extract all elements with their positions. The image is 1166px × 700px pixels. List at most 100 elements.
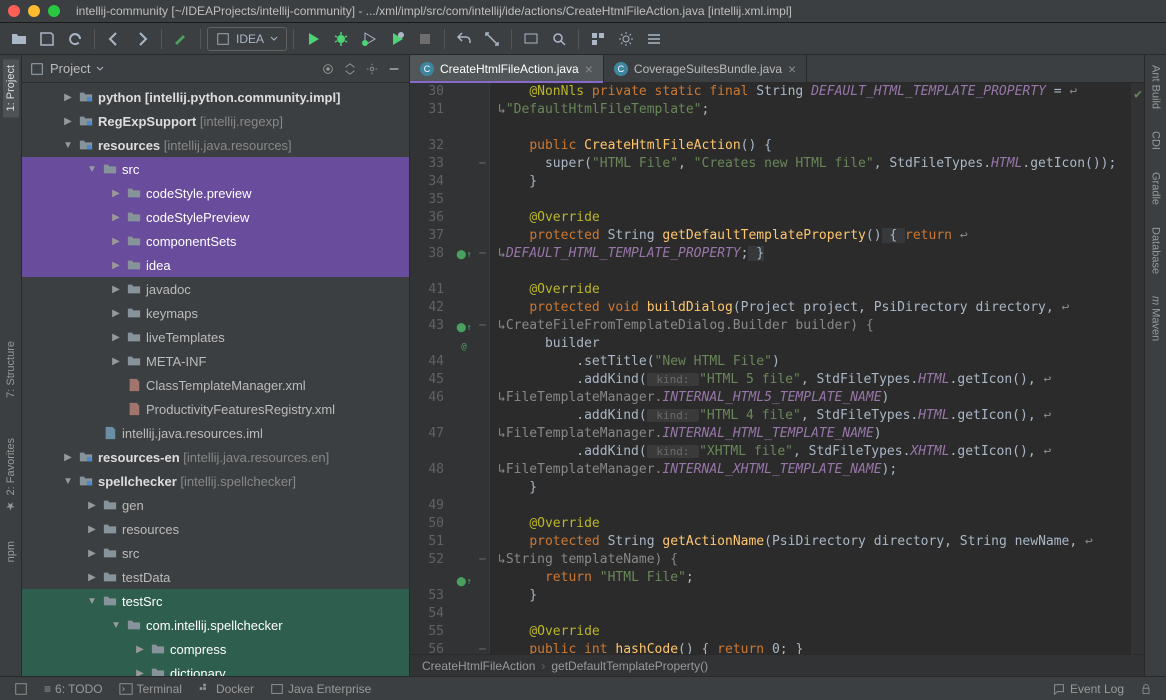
tree-node[interactable]: ▶idea — [22, 253, 409, 277]
expand-arrow-icon[interactable]: ▶ — [110, 212, 122, 223]
minimize-window-button[interactable] — [28, 5, 40, 17]
tab-structure[interactable]: 7: Structure — [3, 335, 19, 404]
expand-arrow-icon[interactable]: ▶ — [134, 668, 146, 677]
tree-node[interactable]: intellij.java.resources.iml — [22, 421, 409, 445]
tree-node[interactable]: ClassTemplateManager.xml — [22, 373, 409, 397]
coverage-button[interactable] — [356, 26, 382, 52]
tree-node[interactable]: ▶dictionary — [22, 661, 409, 676]
expand-arrow-icon[interactable]: ▶ — [110, 284, 122, 295]
settings-button[interactable] — [613, 26, 639, 52]
docker-tab[interactable]: Docker — [192, 682, 260, 696]
run-configuration-select[interactable]: IDEA — [207, 27, 287, 51]
tree-node[interactable]: ▶keymaps — [22, 301, 409, 325]
expand-arrow-icon[interactable]: ▼ — [86, 596, 98, 607]
vcs-commit-button[interactable] — [479, 26, 505, 52]
status-lock-icon[interactable] — [1134, 683, 1158, 695]
panel-settings-button[interactable] — [365, 62, 379, 76]
expand-arrow-icon[interactable]: ▼ — [62, 140, 74, 151]
close-tab-button[interactable]: × — [788, 61, 796, 77]
expand-arrow-icon[interactable]: ▶ — [86, 500, 98, 511]
search-button[interactable] — [546, 26, 572, 52]
close-tab-button[interactable]: × — [585, 61, 593, 77]
vcs-update-button[interactable] — [451, 26, 477, 52]
tree-node[interactable]: ▶src — [22, 541, 409, 565]
expand-arrow-icon[interactable]: ▶ — [110, 188, 122, 199]
expand-all-button[interactable] — [343, 62, 357, 76]
tree-node[interactable]: ▼com.intellij.spellchecker — [22, 613, 409, 637]
tree-node[interactable]: ▶liveTemplates — [22, 325, 409, 349]
tree-node[interactable]: ▶codeStylePreview — [22, 205, 409, 229]
tab-npm[interactable]: npm — [3, 535, 19, 568]
sync-button[interactable] — [62, 26, 88, 52]
run-button[interactable] — [300, 26, 326, 52]
tree-node[interactable]: ▶javadoc — [22, 277, 409, 301]
tab-project[interactable]: 1: Project — [3, 59, 19, 117]
tab-gradle[interactable]: Gradle — [1148, 166, 1164, 211]
debug-button[interactable] — [328, 26, 354, 52]
code-editor[interactable]: 3031 32333435363738 414243 444546 47 48 … — [410, 83, 1144, 654]
tool-window-list-button[interactable] — [8, 682, 34, 696]
tab-database[interactable]: Database — [1148, 221, 1164, 280]
tree-node[interactable]: ▶gen — [22, 493, 409, 517]
expand-arrow-icon[interactable]: ▶ — [86, 572, 98, 583]
code-content[interactable]: @NonNls private static final String DEFA… — [490, 83, 1130, 654]
editor-tab[interactable]: CCreateHtmlFileAction.java× — [410, 55, 604, 82]
expand-arrow-icon[interactable]: ▼ — [62, 476, 74, 487]
open-file-button[interactable] — [6, 26, 32, 52]
select-opened-file-button[interactable] — [321, 62, 335, 76]
expand-arrow-icon[interactable]: ▼ — [86, 164, 98, 175]
tree-node[interactable]: ▶python [intellij.python.community.impl] — [22, 85, 409, 109]
tree-node[interactable]: ▶compress — [22, 637, 409, 661]
tree-node[interactable]: ▶codeStyle.preview — [22, 181, 409, 205]
error-stripe[interactable]: ✔ — [1130, 83, 1144, 654]
tree-node[interactable]: ▼resources [intellij.java.resources] — [22, 133, 409, 157]
tree-node[interactable]: ▶META-INF — [22, 349, 409, 373]
tree-node[interactable]: ProductivityFeaturesRegistry.xml — [22, 397, 409, 421]
project-structure-button[interactable] — [585, 26, 611, 52]
tab-favorites[interactable]: ★2: Favorites — [2, 432, 19, 518]
build-button[interactable] — [168, 26, 194, 52]
breadcrumb-method[interactable]: getDefaultTemplateProperty() — [551, 659, 708, 673]
editor-tab[interactable]: CCoverageSuitesBundle.java× — [604, 55, 807, 82]
expand-arrow-icon[interactable]: ▶ — [110, 236, 122, 247]
expand-arrow-icon[interactable]: ▶ — [62, 116, 74, 127]
tree-node[interactable]: ▶RegExpSupport [intellij.regexp] — [22, 109, 409, 133]
event-log-tab[interactable]: Event Log — [1046, 682, 1130, 696]
tree-node[interactable]: ▼testSrc — [22, 589, 409, 613]
maximize-window-button[interactable] — [48, 5, 60, 17]
expand-arrow-icon[interactable]: ▶ — [62, 92, 74, 103]
expand-arrow-icon[interactable]: ▶ — [86, 548, 98, 559]
expand-arrow-icon[interactable]: ▶ — [110, 308, 122, 319]
more-button[interactable] — [641, 26, 667, 52]
close-window-button[interactable] — [8, 5, 20, 17]
tree-node[interactable]: ▶testData — [22, 565, 409, 589]
tab-ant[interactable]: Ant Build — [1148, 59, 1164, 115]
tree-node[interactable]: ▼spellchecker [intellij.spellchecker] — [22, 469, 409, 493]
expand-arrow-icon[interactable]: ▶ — [110, 332, 122, 343]
tab-cdi[interactable]: CDI — [1148, 125, 1164, 156]
project-tree[interactable]: ▶python [intellij.python.community.impl]… — [22, 83, 409, 676]
expand-arrow-icon[interactable]: ▶ — [134, 644, 146, 655]
fold-gutter[interactable]: − − − − − — [476, 83, 490, 654]
tree-node[interactable]: ▶componentSets — [22, 229, 409, 253]
tree-node[interactable]: ▶resources-en [intellij.java.resources.e… — [22, 445, 409, 469]
expand-arrow-icon[interactable]: ▶ — [62, 452, 74, 463]
project-panel-title[interactable]: Project — [30, 61, 315, 76]
todo-tab[interactable]: ≡ 6: TODO — [38, 682, 109, 696]
forward-button[interactable] — [129, 26, 155, 52]
tab-maven[interactable]: m Maven — [1148, 290, 1164, 347]
java-ee-tab[interactable]: Java Enterprise — [264, 682, 377, 696]
tree-node[interactable]: ▼src — [22, 157, 409, 181]
terminal-tab[interactable]: Terminal — [113, 682, 188, 696]
profile-button[interactable] — [384, 26, 410, 52]
tree-node[interactable]: ▶resources — [22, 517, 409, 541]
stop-button[interactable] — [412, 26, 438, 52]
save-all-button[interactable] — [34, 26, 60, 52]
hide-panel-button[interactable] — [387, 62, 401, 76]
expand-arrow-icon[interactable]: ▶ — [110, 356, 122, 367]
code-with-me-button[interactable] — [518, 26, 544, 52]
back-button[interactable] — [101, 26, 127, 52]
expand-arrow-icon[interactable]: ▶ — [110, 260, 122, 271]
breadcrumb-class[interactable]: CreateHtmlFileAction — [422, 659, 535, 673]
expand-arrow-icon[interactable]: ▶ — [86, 524, 98, 535]
